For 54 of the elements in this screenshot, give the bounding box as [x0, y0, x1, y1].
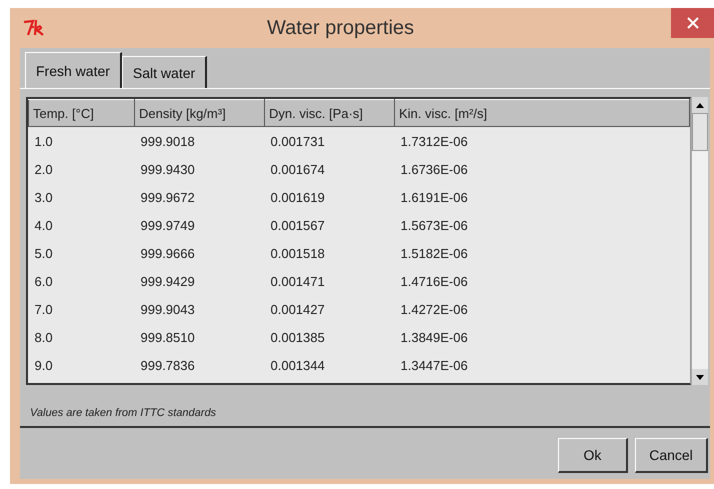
- table-cell-text: 8.0: [34, 328, 54, 346]
- tab[interactable]: Salt water: [122, 56, 208, 88]
- table-cell-text: 0.001344: [270, 356, 326, 374]
- table-cell-text: 3.0: [34, 188, 54, 206]
- column-header[interactable]: Kin. visc. [m²/s]: [394, 100, 690, 126]
- cancel-button[interactable]: Cancel: [635, 438, 708, 473]
- table-cell-text: 999.7836: [140, 356, 196, 374]
- table-cell-text: 5.0: [34, 244, 54, 262]
- table-cell-text: 1.6736E-06: [400, 160, 469, 178]
- table-cell-text: 1.5182E-06: [400, 244, 469, 262]
- table-cell-text: 0.001427: [270, 300, 326, 318]
- table-cell-text: 999.9672: [140, 188, 196, 206]
- table-cell-text: 1.4272E-06: [400, 300, 469, 318]
- column-header[interactable]: Dyn. visc. [Pa·s]: [264, 100, 394, 126]
- table-cell-text: 999.9043: [140, 300, 196, 318]
- column-header[interactable]: Temp. [°C]: [28, 100, 134, 126]
- table-cell: 999.9018: [134, 126, 264, 155]
- table-cell: 1.7312E-06: [394, 126, 690, 155]
- scrollbar[interactable]: [691, 97, 708, 385]
- down-arrow-icon: [696, 374, 704, 380]
- ok-button[interactable]: Ok: [558, 438, 628, 473]
- tab[interactable]: Fresh water: [25, 52, 122, 88]
- table-cell-text: 0.001385: [270, 328, 326, 346]
- close-icon: [686, 17, 698, 29]
- table-cell-text: 999.9749: [140, 216, 196, 234]
- table-cell-text: 1.3849E-06: [400, 328, 469, 346]
- table-cell-text: 999.9666: [140, 244, 196, 262]
- table-cell-text: 9.0: [34, 356, 54, 374]
- table-cell-text: 999.9429: [140, 272, 196, 290]
- table-cell-text: 0.001567: [270, 216, 326, 234]
- footnote-text: Values are taken from ITTC standards: [29, 407, 218, 419]
- scroll-up-button[interactable]: [692, 97, 708, 113]
- table-cell-text: 1.5673E-06: [400, 216, 469, 234]
- table-cell-text: 0.001619: [270, 188, 326, 206]
- table-cell-text: 0.001471: [270, 272, 326, 290]
- table-cell-text: 1.3447E-06: [400, 356, 469, 374]
- column-header[interactable]: Density [kg/m³]: [134, 100, 264, 126]
- table-cell: 0.001731: [264, 126, 394, 155]
- table-cell-text: 4.0: [34, 216, 54, 234]
- table-cell-text: 2.0: [34, 160, 54, 178]
- table-cell: 1.0: [28, 126, 134, 155]
- table-cell-text: 0.001674: [270, 160, 326, 178]
- scroll-down-button[interactable]: [692, 369, 708, 385]
- table-cell-text: 0.001518: [270, 244, 326, 262]
- table-cell-text: 1.4716E-06: [400, 272, 469, 290]
- table-cell-text: 999.8510: [140, 328, 196, 346]
- scrollbar-thumb[interactable]: [692, 113, 708, 151]
- table-cell-text: 999.9430: [140, 160, 196, 178]
- up-arrow-icon: [696, 102, 704, 108]
- table-cell-text: 7.0: [34, 300, 54, 318]
- close-button[interactable]: [671, 8, 714, 38]
- table-cell-text: 1.6191E-06: [400, 188, 469, 206]
- table-cell-text: 6.0: [34, 272, 54, 290]
- window-title: Water properties: [266, 16, 416, 40]
